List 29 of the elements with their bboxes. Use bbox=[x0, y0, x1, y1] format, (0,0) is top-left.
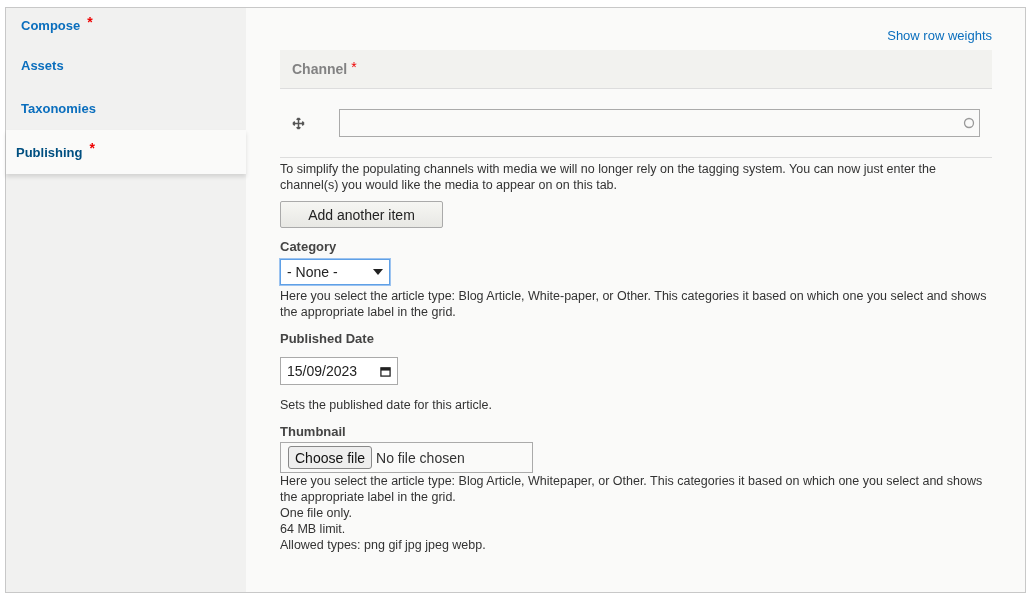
date-input[interactable]: 15/09/2023 bbox=[280, 357, 398, 385]
sidebar-tab[interactable]: Assets bbox=[6, 44, 246, 87]
field-description: Allowed types: png gif jpg jpeg webp. bbox=[280, 537, 487, 553]
field-label: Published Date bbox=[280, 331, 375, 346]
file-status: No file chosen bbox=[376, 449, 465, 466]
field-description: 64 MB limit. bbox=[280, 521, 347, 537]
drag-handle-icon[interactable] bbox=[292, 116, 305, 130]
add-another-item-button[interactable]: Add another item bbox=[280, 201, 443, 228]
calendar-icon bbox=[380, 365, 391, 377]
choose-file-button[interactable]: Choose file bbox=[288, 446, 373, 469]
caret-icon bbox=[373, 269, 383, 275]
sidebar-tab[interactable]: Publishing * bbox=[6, 130, 246, 174]
channel-heading: Channel bbox=[292, 61, 348, 77]
show-row-weights-link[interactable]: Show row weights bbox=[887, 28, 992, 45]
field-description: To simplify the populating channels with media we will no longer rely on the tagging system. You can now just enter the channel(s) you would like the media to appear on on this tab. bbox=[280, 161, 937, 193]
field-description: Here you select the article type: Blog Article, Whitepaper, or Other. This categories it based on which one you select and shows the appropriate label in the grid. bbox=[280, 473, 984, 505]
sidebar-tab[interactable]: Taxonomies bbox=[6, 87, 246, 130]
sidebar-tab[interactable]: Compose * bbox=[6, 8, 246, 44]
channel-input[interactable] bbox=[339, 109, 980, 137]
field-description: Here you select the article type: Blog Article, White-paper, or Other. This categories it based on which one you select and shows the appropriate label in the grid. bbox=[280, 288, 988, 320]
field-label: Thumbnail bbox=[280, 424, 347, 439]
field-label: Category bbox=[280, 239, 338, 254]
required-mark: * bbox=[351, 59, 357, 75]
autocomplete-icon bbox=[963, 117, 975, 129]
required-mark: * bbox=[89, 140, 95, 156]
field-description: Sets the published date for this article. bbox=[280, 397, 493, 413]
required-mark: * bbox=[87, 14, 93, 30]
field-description: One file only. bbox=[280, 505, 354, 521]
category-select[interactable]: - None - bbox=[280, 259, 390, 285]
